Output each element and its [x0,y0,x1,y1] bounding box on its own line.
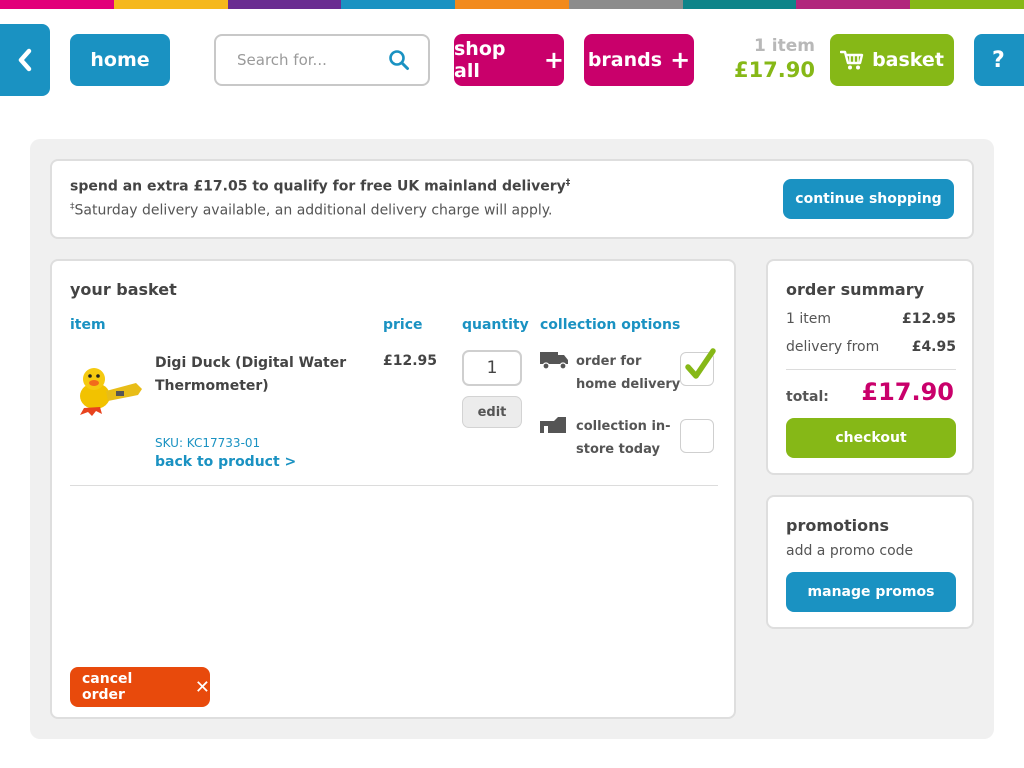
order-summary-panel: order summary 1 item £12.95 delivery fro… [766,259,974,475]
product-name[interactable]: Digi Duck (Digital Water Thermometer) [155,352,365,398]
cart-icon [840,50,864,70]
column-header-collection: collection options [540,317,681,333]
product-price: £12.95 [383,353,438,369]
plus-icon: + [670,46,691,74]
saturday-delivery-text: ‡Saturday delivery available, an additio… [70,202,553,219]
search-box [214,34,430,86]
back-button[interactable] [0,24,50,96]
cancel-order-label: cancel order [82,671,133,703]
basket-divider [70,485,718,486]
collection-instore-label: collection in-store today [576,419,671,457]
basket-panel: your basket item price quantity collecti… [50,259,736,719]
home-delivery-label: order for home delivery [576,354,681,392]
checkmark-icon [685,348,716,379]
product-sku: SKU: KC17733-01 [155,436,261,450]
column-header-quantity: quantity [462,317,529,333]
column-header-price: price [383,317,423,333]
column-header-item: item [70,317,106,333]
promotions-subtitle: add a promo code [786,543,914,559]
order-summary-title: order summary [786,280,925,299]
collection-instore-checkbox[interactable] [680,419,714,453]
stripe-segment [796,0,911,9]
brands-label: brands [587,49,663,71]
mini-basket-total: £17.90 [733,58,815,82]
stripe-segment [568,0,683,9]
edit-quantity-button[interactable]: edit [462,396,522,428]
footnote-mark: ‡ [565,178,571,188]
brands-button[interactable]: brands + [584,34,694,86]
chevron-left-icon [18,48,32,72]
summary-total-label: total: [786,389,829,405]
summary-total-value: £17.90 [861,378,954,406]
shop-all-label: shop all [454,38,506,82]
basket-title: your basket [70,280,177,299]
search-icon[interactable] [388,49,410,71]
promotions-panel: promotions add a promo code manage promo… [766,495,974,629]
delivery-threshold-message: spend an extra £17.05 to qualify for fre… [70,178,566,195]
home-button[interactable]: home [70,34,170,86]
basket-label: basket [872,49,944,71]
saturday-delivery-message: Saturday delivery available, an addition… [74,202,553,219]
mini-basket-count: 1 item [754,36,815,56]
help-button[interactable]: ? [974,34,1024,86]
quantity-input[interactable] [462,350,522,386]
summary-delivery-label: delivery from [786,339,880,355]
stripe-segment [682,0,797,9]
summary-items-label: 1 item [786,311,831,327]
summary-delivery-value: £4.95 [911,339,956,355]
cancel-order-button[interactable]: cancel order ✕ [70,667,210,707]
product-image[interactable] [70,353,144,423]
stripe-segment [910,0,1024,9]
continue-shopping-button[interactable]: continue shopping [783,179,954,219]
truck-icon [540,352,568,370]
checkout-button[interactable]: checkout [786,418,956,458]
stripe-segment [227,0,342,9]
close-icon: ✕ [194,676,210,698]
stripe-segment [341,0,456,9]
basket-button[interactable]: basket [830,34,954,86]
summary-items-value: £12.95 [901,311,956,327]
summary-items-row: 1 item £12.95 [786,311,956,327]
mini-basket[interactable]: 1 item £17.90 [720,36,815,82]
back-to-product-link[interactable]: back to product > [155,454,296,470]
home-delivery-checkbox[interactable] [680,348,716,386]
stripe-segment [0,0,114,9]
color-stripe [0,0,1024,9]
delivery-threshold-text: spend an extra £17.05 to qualify for fre… [70,178,570,195]
stripe-segment [113,0,228,9]
manage-promos-button[interactable]: manage promos [786,572,956,612]
summary-delivery-row: delivery from £4.95 [786,339,956,355]
search-input[interactable] [237,51,382,69]
summary-divider [786,369,956,370]
plus-icon: + [543,46,564,74]
shop-all-button[interactable]: shop all + [454,34,564,86]
shop-icon [540,417,566,433]
promotions-title: promotions [786,516,890,535]
stripe-segment [455,0,569,9]
delivery-notice: spend an extra £17.05 to qualify for fre… [50,159,974,239]
